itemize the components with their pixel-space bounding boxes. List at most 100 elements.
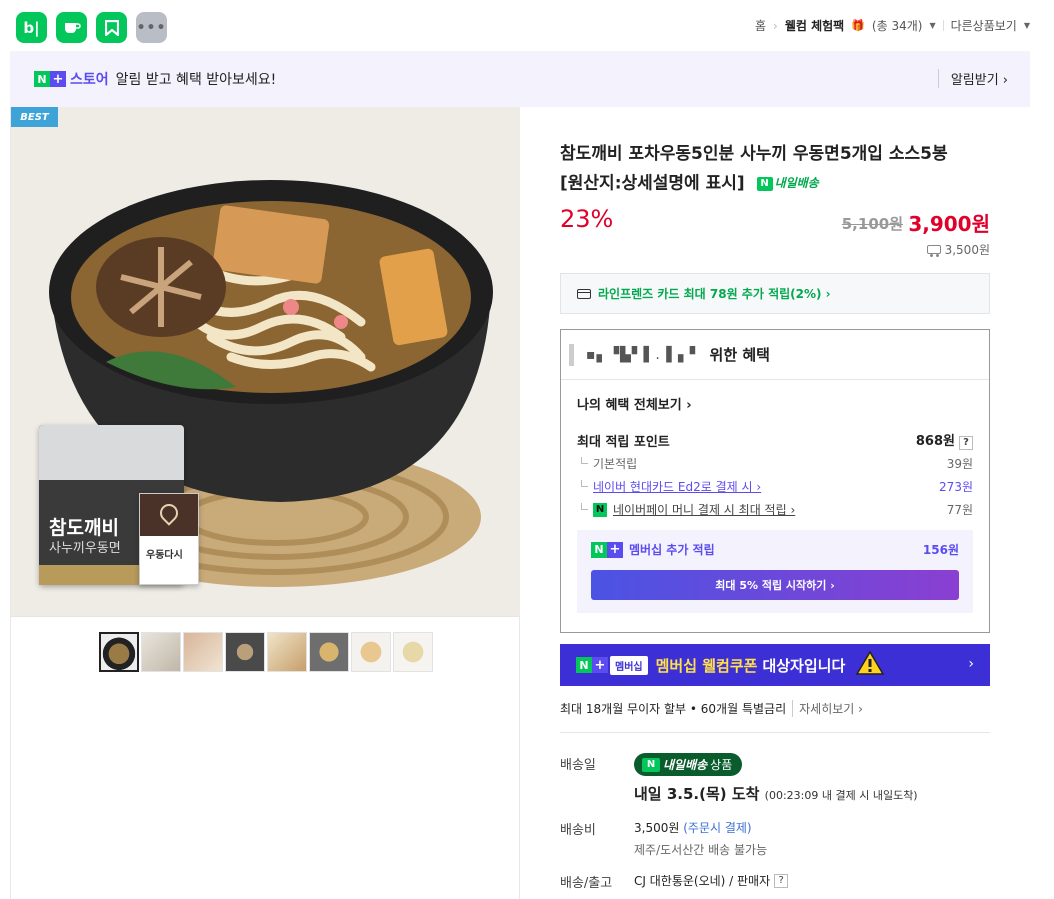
bookmark-icon[interactable]: [96, 12, 127, 43]
store-label: 스토어: [70, 72, 109, 88]
naver-n-icon: N: [756, 176, 773, 191]
discount-rate: 23%: [560, 205, 614, 233]
basic-point-value: 39원: [946, 457, 973, 471]
credit-card-icon: [577, 288, 591, 299]
other-products-link[interactable]: 다른상품보기: [951, 17, 1017, 34]
help-icon[interactable]: ?: [959, 436, 973, 450]
membership-coupon-banner[interactable]: N + 멤버십 멤버십 웰컴쿠폰 대상자입니다 ›: [560, 644, 990, 686]
cafe-icon[interactable]: [56, 12, 87, 43]
arrival-date: 내일 3.5.(목) 도착: [634, 785, 760, 803]
sale-price: 3,900원: [908, 212, 990, 236]
original-price: 5,100원: [841, 215, 903, 233]
membership-row: N + 멤버십 추가 적립 156원: [591, 541, 959, 558]
store-alert-banner: N + 스토어 알림 받고 혜택 받아보세요! 알림받기 ›: [10, 51, 1030, 107]
nplus-logo-icon: N +: [591, 541, 623, 558]
pay-point-value: 77원: [946, 503, 973, 517]
breadcrumb-home[interactable]: 홈: [755, 17, 766, 34]
sauce-package: 우동다시: [139, 493, 199, 585]
sauce-label: 우동다시: [146, 550, 183, 561]
basic-point-label: 기본적립: [593, 457, 638, 471]
installment-detail-link[interactable]: 자세히보기 ›: [792, 700, 863, 717]
masked-user-name: ▪︎▖▝▙▘▌. ▌▖▘: [586, 346, 702, 363]
subscribe-alert-button[interactable]: 알림받기 ›: [937, 69, 1008, 88]
coupon-title: 멤버십 웰컴쿠폰: [655, 656, 758, 675]
membership-label: 멤버십 추가 적립: [629, 543, 715, 557]
thumbnail[interactable]: [351, 632, 391, 672]
membership-chip: 멤버십: [610, 655, 648, 675]
shipping-fee-label: 배송비: [560, 823, 596, 838]
view-all-benefits-link[interactable]: 나의 혜택 전체보기 ›: [577, 394, 692, 413]
truck-icon: [926, 245, 941, 257]
installment-info: 최대 18개월 무이자 할부 • 60개월 특별금리 자세히보기 ›: [560, 700, 863, 717]
delivery-date-label: 배송일: [560, 758, 596, 773]
benefit-panel: ▪︎▖▝▙▘▌. ▌▖▘ 위한 혜택 나의 혜택 전체보기 › 최대 적립 포인…: [560, 329, 990, 633]
divider: [942, 20, 944, 31]
product-title-line2: [원산지:상세설명에 표시]: [560, 173, 745, 194]
naver-n-icon: N: [642, 757, 660, 772]
banner-message: 알림 받고 혜택 받아보세요!: [115, 72, 277, 88]
arrival-note: (00:23:09 내 결제 시 내일도착): [764, 789, 918, 802]
chevron-right-icon: ›: [773, 18, 778, 33]
header-accent-bar: [569, 343, 574, 366]
tomorrow-delivery-badge: N 내일배송: [756, 169, 819, 198]
delivery-badge-text: 내일배송: [663, 758, 708, 772]
divider: [560, 732, 990, 733]
nplus-logo-icon: N +: [34, 71, 66, 87]
delivery-badge-label: 내일배송: [774, 176, 819, 190]
thumbnail[interactable]: [267, 632, 307, 672]
caret-down-icon[interactable]: ▼: [929, 21, 935, 30]
main-product-image[interactable]: 참도깨비 사누끼우동면 우동다시 BEST: [11, 107, 520, 617]
shipping-fee-value: 3,500원: [944, 243, 990, 257]
card-point-value: 273원: [939, 480, 973, 494]
card-point-row: 네이버 현대카드 Ed2로 결제 시 › 273원: [577, 478, 973, 495]
thumbnail-strip: [99, 632, 433, 672]
card-offer-text[interactable]: 라인프렌즈 카드 최대 78원 추가 적립(2%) ›: [598, 285, 831, 302]
max-point-row: 최대 적립 포인트 868원?: [577, 430, 973, 450]
thumbnail[interactable]: [393, 632, 433, 672]
membership-box: N + 멤버십 추가 적립 156원 최대 5% 적립 시작하기 ›: [577, 530, 973, 613]
warning-icon: [855, 650, 885, 680]
best-badge: BEST: [11, 107, 58, 127]
breadcrumb-count: (총 34개): [871, 19, 923, 33]
package-subtitle: 사누끼우동면: [49, 541, 121, 556]
tomorrow-delivery-product-badge: N 내일배송 상품: [634, 753, 743, 776]
shipping-fee-amount: 3,500원: [634, 821, 680, 835]
thumbnail[interactable]: [99, 632, 139, 672]
coupon-subtitle: 대상자입니다: [762, 656, 846, 675]
thumbnail[interactable]: [225, 632, 265, 672]
shipping-restriction: 제주/도서산간 배송 불가능: [634, 843, 768, 857]
thumbnail[interactable]: [309, 632, 349, 672]
arrival-info: 내일 3.5.(목) 도착 (00:23:09 내 결제 시 내일도착): [634, 783, 918, 804]
carrier-value: CJ 대한통운(오네) / 판매자: [634, 874, 771, 888]
gift-icon: 🎁: [851, 19, 865, 32]
pay-point-row: N 네이버페이 머니 결제 시 최대 적립 › 77원: [577, 501, 973, 518]
nplus-logo-icon: N +: [576, 657, 608, 673]
caret-down-icon[interactable]: ▼: [1024, 21, 1030, 30]
max-point-value: 868원: [915, 434, 955, 449]
benefit-title: 위한 혜택: [709, 346, 770, 364]
basic-point-row: 기본적립 39원: [577, 455, 973, 472]
product-title-line2-wrap: [원산지:상세설명에 표시] N 내일배송: [560, 169, 1000, 199]
thumbnail[interactable]: [141, 632, 181, 672]
delivery-badge-suffix: 상품: [710, 758, 733, 772]
breadcrumb-category[interactable]: 웰컴 체험팩: [785, 17, 844, 34]
help-icon[interactable]: ?: [774, 873, 789, 888]
thumbnail[interactable]: [183, 632, 223, 672]
membership-value: 156원: [922, 543, 959, 557]
benefit-header: ▪︎▖▝▙▘▌. ▌▖▘ 위한 혜택: [561, 330, 989, 380]
start-membership-button[interactable]: 최대 5% 적립 시작하기 ›: [591, 570, 959, 600]
shipping-fee: 3,500원: [926, 241, 990, 258]
product-title: 참도깨비 포차우동5인분 사누끼 우동면5개입 소스5봉 [원산지:상세설명에 …: [560, 140, 1000, 199]
carrier-label: 배송/출고: [560, 876, 613, 891]
product-title-line1: 참도깨비 포차우동5인분 사누끼 우동면5개입 소스5봉: [560, 144, 948, 164]
max-point-label: 최대 적립 포인트: [577, 434, 670, 450]
card-point-link[interactable]: 네이버 현대카드 Ed2로 결제 시 ›: [593, 478, 761, 495]
breadcrumb: 홈 › 웰컴 체험팩 🎁 (총 34개) ▼ 다른상품보기 ▼: [755, 17, 1030, 34]
pay-point-link[interactable]: 네이버페이 머니 결제 시 최대 적립 ›: [613, 501, 795, 518]
package-brand: 참도깨비: [49, 517, 119, 539]
blog-icon[interactable]: b|: [16, 12, 47, 43]
card-offer-box[interactable]: 라인프렌즈 카드 최대 78원 추가 적립(2%) ›: [560, 273, 990, 314]
top-bar: b| ••• 홈 › 웰컴 체험팩 🎁 (총 34개) ▼ 다른상품보기 ▼: [0, 0, 1054, 52]
shipping-fee-info: 3,500원 (주문시 결제): [634, 819, 752, 836]
more-icon[interactable]: •••: [136, 12, 167, 43]
